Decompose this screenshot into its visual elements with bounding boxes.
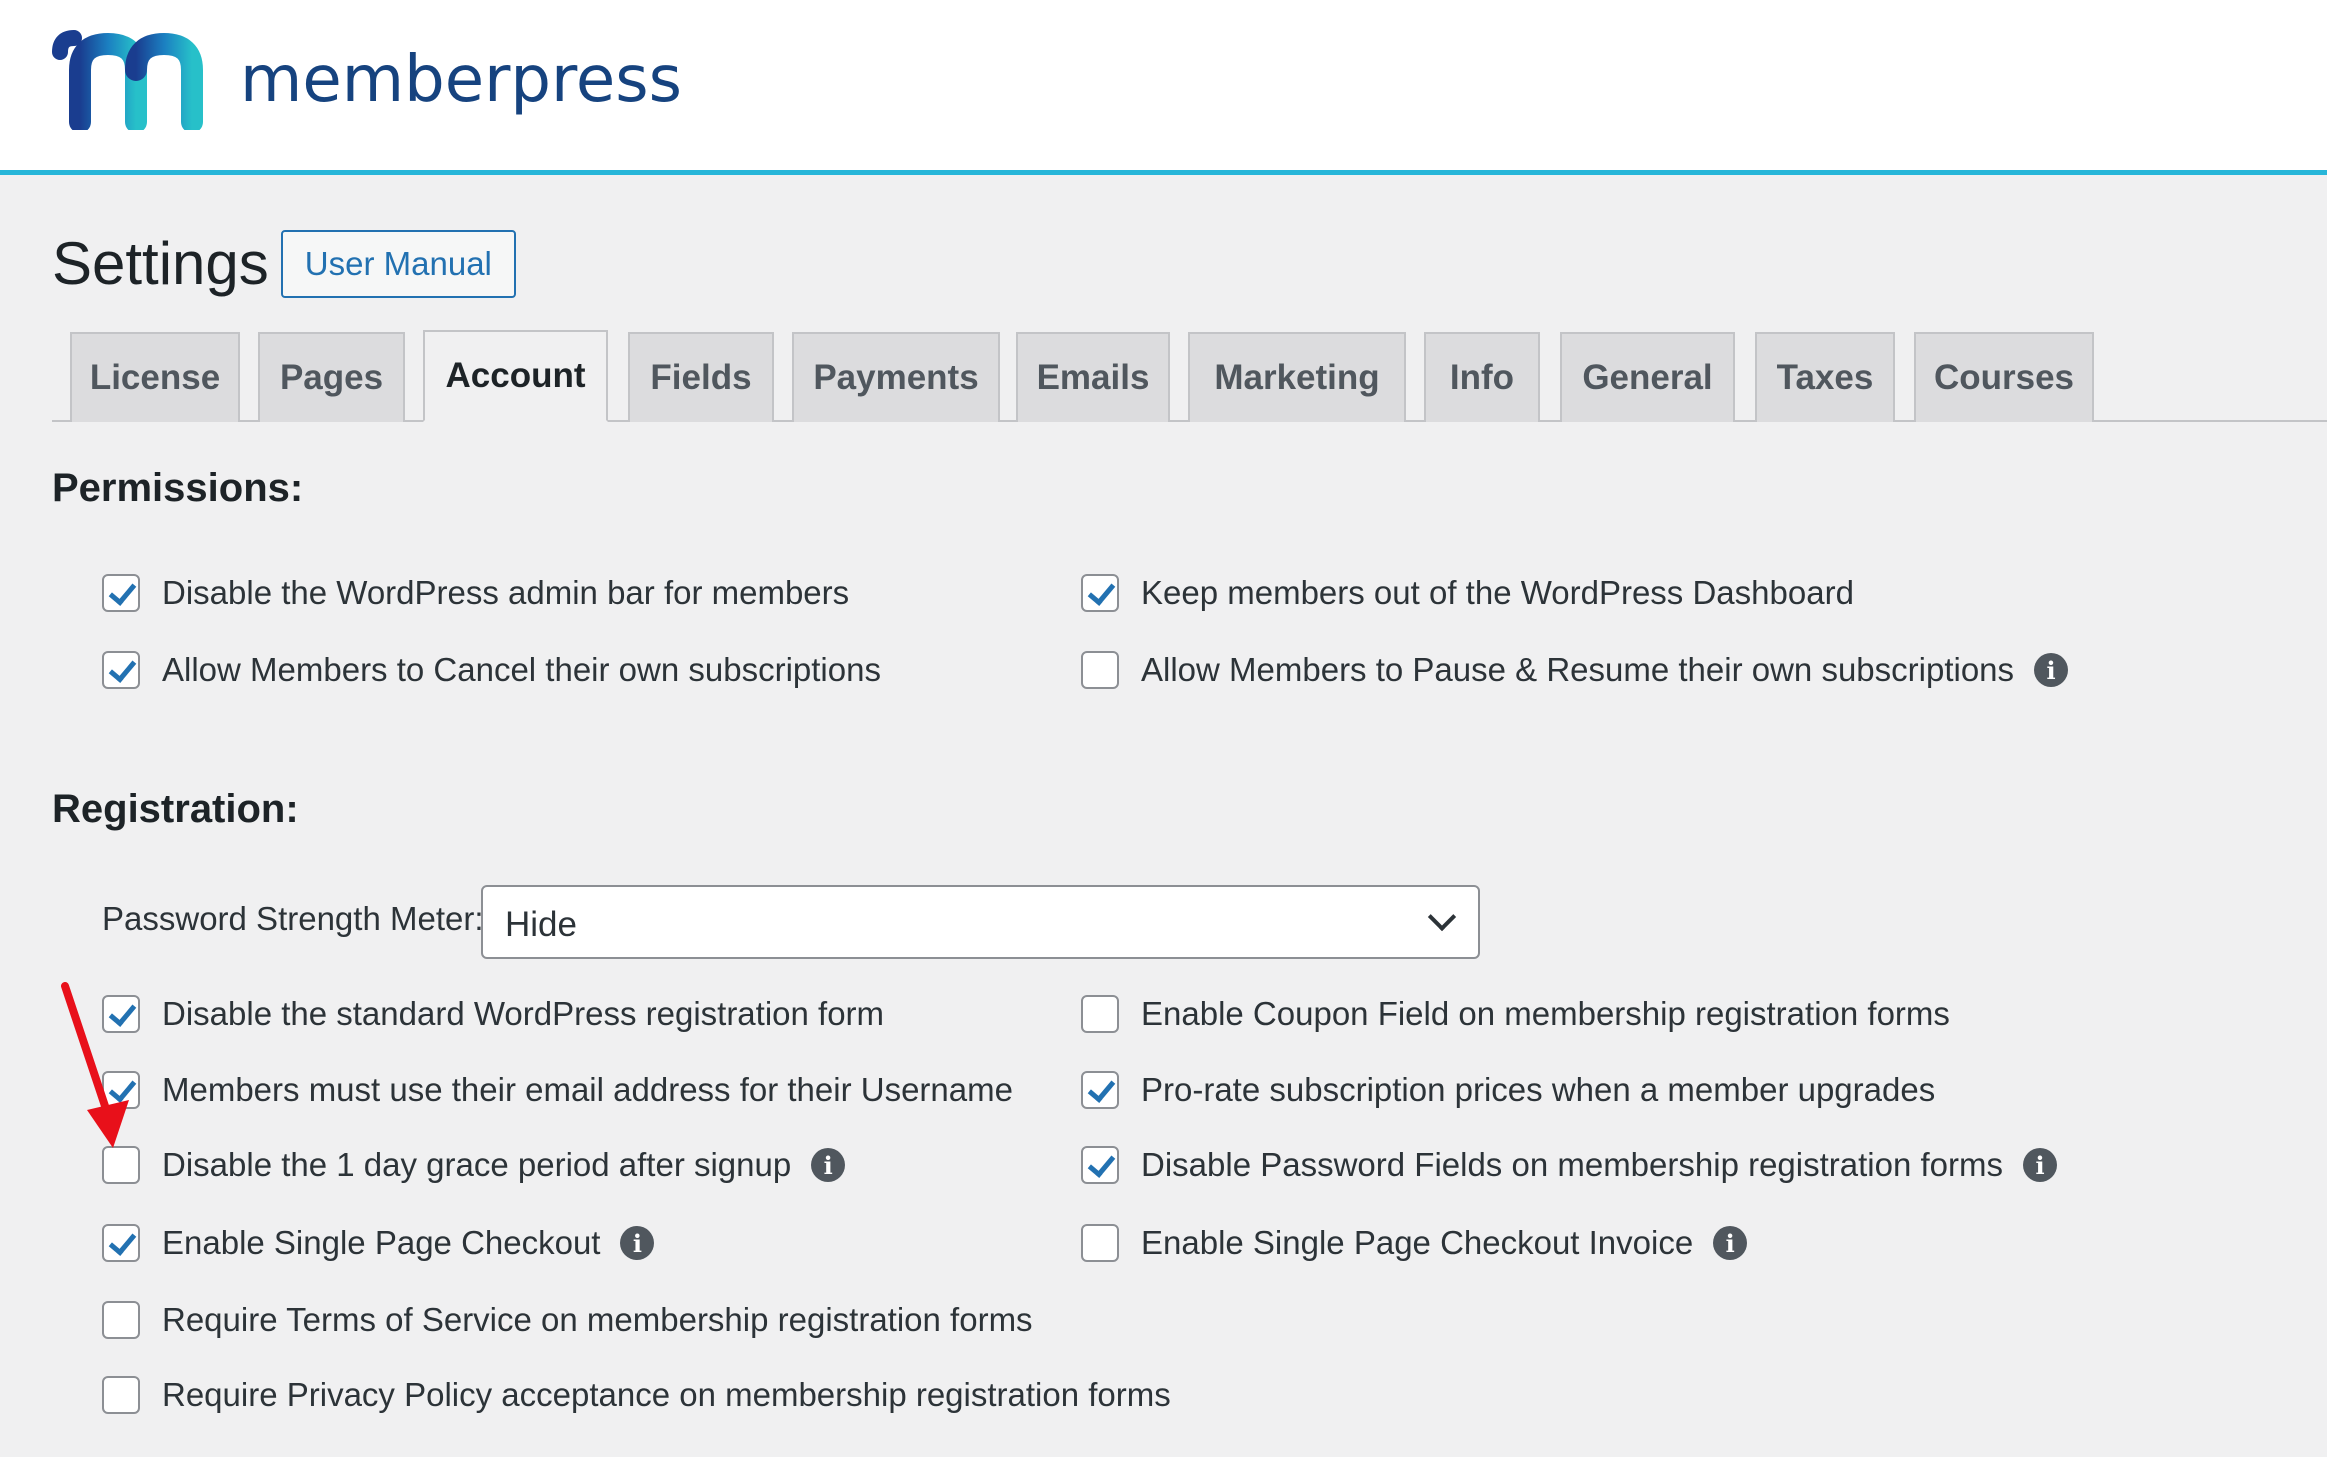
option-email-as-username[interactable]: Members must use their email address for… <box>102 1065 1013 1115</box>
checkbox[interactable] <box>102 651 140 689</box>
option-label: Allow Members to Pause & Resume their ow… <box>1141 651 2015 688</box>
tab-payments[interactable]: Payments <box>792 332 1000 422</box>
registration-heading: Registration: <box>52 787 299 831</box>
annotation-arrow-icon <box>61 982 129 1148</box>
checkbox[interactable] <box>1081 1146 1119 1184</box>
select-value: Hide <box>505 905 577 944</box>
option-require-privacy-policy[interactable]: Require Privacy Policy acceptance on mem… <box>102 1370 1171 1420</box>
option-allow-cancel[interactable]: Allow Members to Cancel their own subscr… <box>102 645 881 695</box>
option-label: Members must use their email address for… <box>162 1071 1013 1108</box>
option-allow-pause-resume[interactable]: Allow Members to Pause & Resume their ow… <box>1081 645 2069 695</box>
option-enable-coupon-field[interactable]: Enable Coupon Field on membership regist… <box>1081 989 1950 1039</box>
option-label: Pro-rate subscription prices when a memb… <box>1141 1071 1936 1108</box>
option-single-page-checkout-invoice[interactable]: Enable Single Page Checkout Invoice i <box>1081 1218 1748 1268</box>
tab-marketing[interactable]: Marketing <box>1188 332 1406 422</box>
checkbox[interactable] <box>1081 651 1119 689</box>
tab-emails[interactable]: Emails <box>1016 332 1170 422</box>
tab-fields[interactable]: Fields <box>628 332 774 422</box>
option-label: Allow Members to Cancel their own subscr… <box>162 651 881 688</box>
option-single-page-checkout[interactable]: Enable Single Page Checkout i <box>102 1218 655 1268</box>
permissions-heading: Permissions: <box>52 466 304 510</box>
tab-courses[interactable]: Courses <box>1914 332 2094 422</box>
checkbox[interactable] <box>102 1224 140 1262</box>
checkbox[interactable] <box>102 574 140 612</box>
option-label: Require Privacy Policy acceptance on mem… <box>162 1376 1171 1413</box>
chevron-down-icon <box>1427 902 1457 932</box>
settings-tabs: License Pages Account Fields Payments Em… <box>52 330 2327 422</box>
info-icon[interactable]: i <box>811 1148 846 1182</box>
option-disable-grace-period[interactable]: Disable the 1 day grace period after sig… <box>102 1140 846 1190</box>
tab-info[interactable]: Info <box>1424 332 1540 422</box>
title-row: Settings User Manual <box>52 228 516 300</box>
brand-name: memberpress <box>240 43 682 117</box>
info-icon[interactable]: i <box>2034 653 2069 687</box>
tab-pages[interactable]: Pages <box>258 332 405 422</box>
option-label: Enable Single Page Checkout <box>162 1224 601 1261</box>
option-label: Disable the standard WordPress registrat… <box>162 995 885 1032</box>
option-label: Require Terms of Service on membership r… <box>162 1301 1033 1338</box>
checkbox[interactable] <box>1081 995 1119 1033</box>
option-pro-rate[interactable]: Pro-rate subscription prices when a memb… <box>1081 1065 1935 1115</box>
tab-general[interactable]: General <box>1560 332 1735 422</box>
option-keep-out-dashboard[interactable]: Keep members out of the WordPress Dashbo… <box>1081 568 1854 618</box>
info-icon[interactable]: i <box>2023 1148 2057 1182</box>
checkbox[interactable] <box>102 1376 140 1414</box>
checkbox[interactable] <box>1081 1224 1119 1262</box>
option-label: Disable Password Fields on membership re… <box>1141 1146 2003 1183</box>
info-icon[interactable]: i <box>1713 1226 1748 1260</box>
tab-account[interactable]: Account <box>423 330 608 422</box>
tab-taxes[interactable]: Taxes <box>1755 332 1895 422</box>
tab-license[interactable]: License <box>70 332 240 422</box>
user-manual-button[interactable]: User Manual <box>280 230 516 298</box>
password-meter-label: Password Strength Meter: <box>102 900 484 937</box>
option-label: Disable the 1 day grace period after sig… <box>162 1146 792 1183</box>
memberpress-logo-icon <box>52 30 203 130</box>
page-title: Settings <box>52 230 269 297</box>
checkbox[interactable] <box>102 1301 140 1339</box>
option-label: Keep members out of the WordPress Dashbo… <box>1141 574 1854 611</box>
option-label: Disable the WordPress admin bar for memb… <box>162 574 850 611</box>
password-meter-select[interactable]: Hide <box>481 885 1480 959</box>
checkbox[interactable] <box>1081 1071 1119 1109</box>
option-disable-admin-bar[interactable]: Disable the WordPress admin bar for memb… <box>102 568 849 618</box>
option-disable-password-fields[interactable]: Disable Password Fields on membership re… <box>1081 1140 2057 1190</box>
app-header: memberpress <box>0 0 2327 175</box>
option-label: Enable Coupon Field on membership regist… <box>1141 995 1950 1032</box>
option-require-tos[interactable]: Require Terms of Service on membership r… <box>102 1295 1033 1345</box>
info-icon[interactable]: i <box>620 1226 655 1260</box>
checkbox[interactable] <box>1081 574 1119 612</box>
option-disable-wp-registration[interactable]: Disable the standard WordPress registrat… <box>102 989 884 1039</box>
option-label: Enable Single Page Checkout Invoice <box>1141 1224 1694 1261</box>
